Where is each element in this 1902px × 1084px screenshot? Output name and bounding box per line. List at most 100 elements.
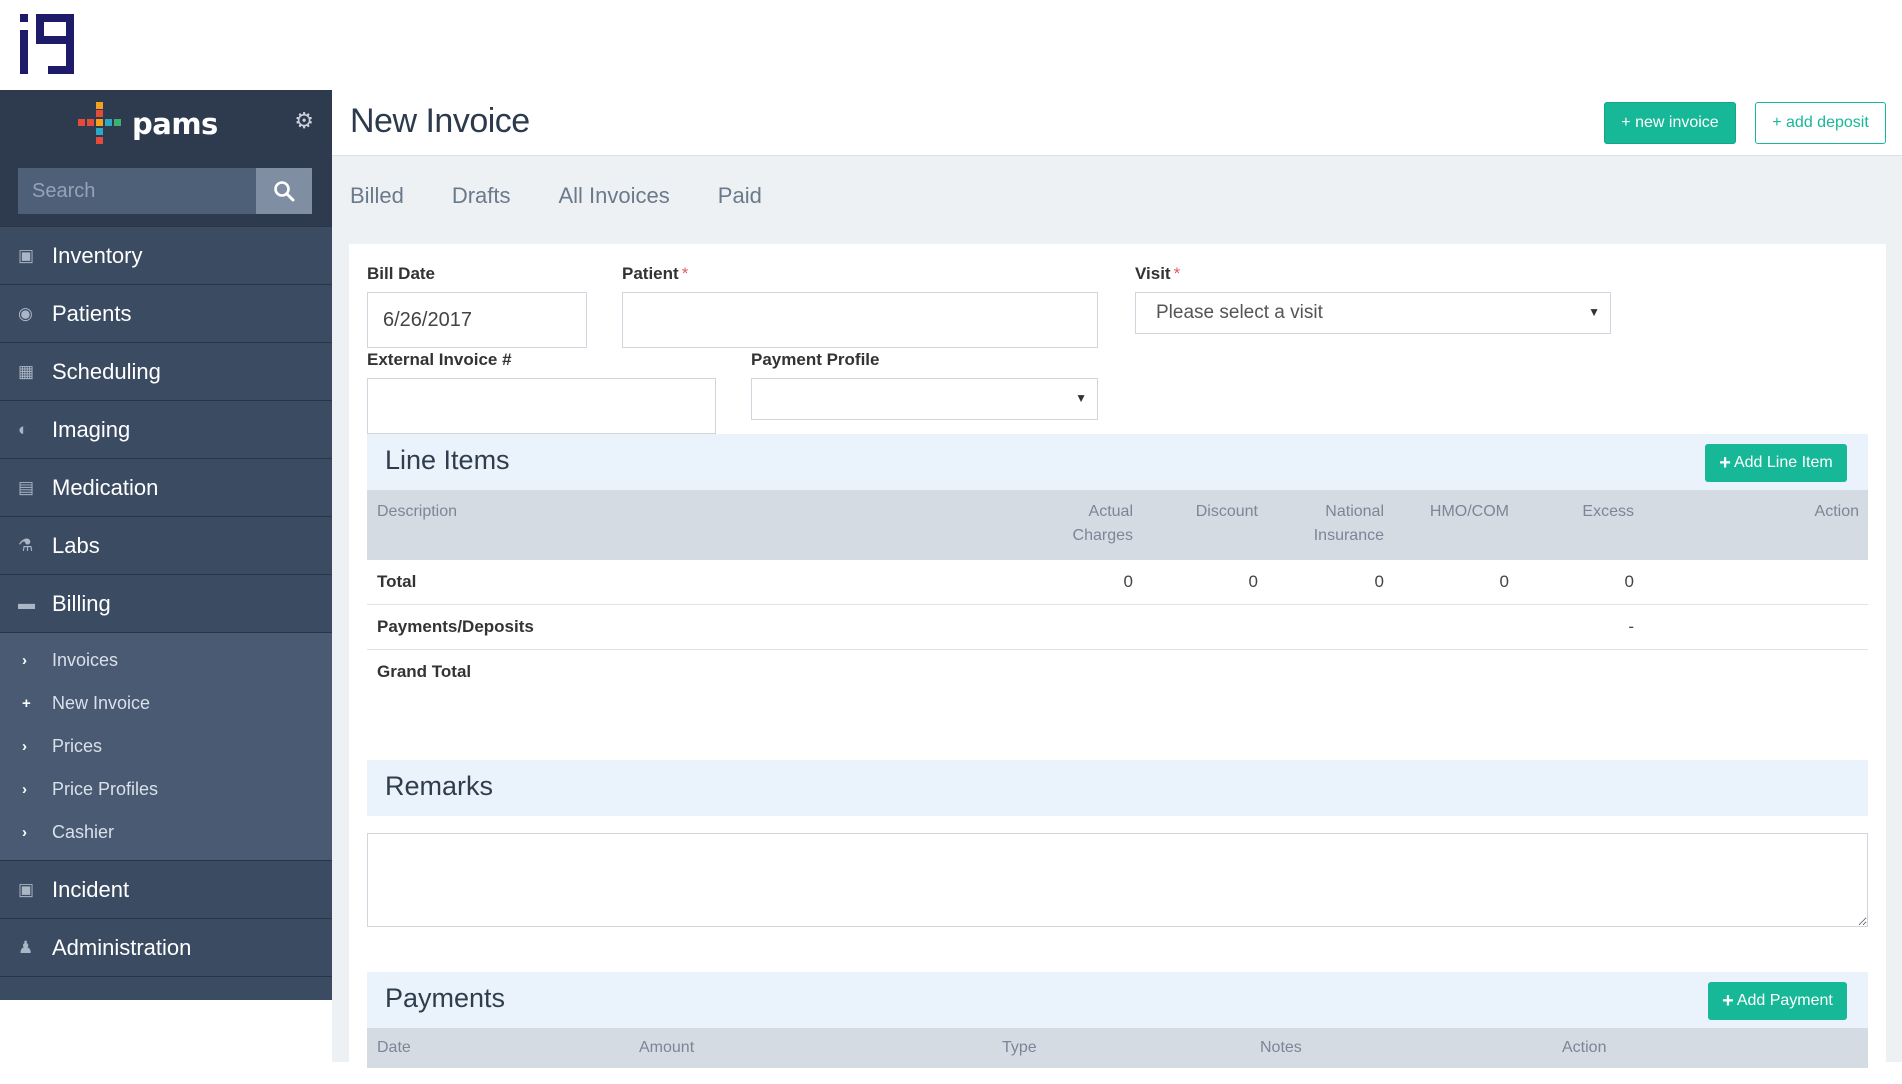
app-logo-icon [20,14,74,74]
external-invoice-label: External Invoice # [367,350,512,370]
search-bar [0,154,332,226]
invoice-form: Bill Date 6/26/2017 Patient * Visit * Plea… [349,244,1886,1084]
external-invoice-label-text: External Invoice # [367,350,512,369]
plus-icon: + [1722,989,1734,1012]
submenu-item-label: Cashier [52,822,115,842]
add-line-item-button[interactable]: + Add Line Item [1705,444,1847,482]
payment-profile-label: Payment Profile [751,350,880,370]
sidebar-item-label: Billing [52,590,111,616]
add-payment-button[interactable]: + Add Payment [1708,982,1847,1020]
credit-card-icon: ▬ [18,593,35,613]
add-deposit-button[interactable]: + add deposit [1755,102,1886,144]
bill-date-value: 6/26/2017 [383,308,472,331]
patient-label-text: Patient [622,264,679,283]
payments-title: Payments [385,983,506,1013]
person-icon: ♟ [18,937,34,957]
remarks-textarea[interactable] [367,833,1868,927]
bill-date-label: Bill Date [367,264,435,284]
grand-total-row: Grand Total [367,650,1868,695]
search-button[interactable] [256,168,312,214]
search-input[interactable] [18,168,256,214]
col-action: Action [1814,503,1859,520]
invoice-tabs: Billed Drafts All Invoices Paid [332,156,1902,236]
page-title: New Invoice [350,102,530,140]
external-invoice-field[interactable] [367,378,716,434]
visit-label-text: Visit [1135,264,1171,283]
col-notes: Notes [1260,1039,1302,1056]
submenu-item-cashier[interactable]: › Cashier [0,811,332,854]
payments-deposits-excess: - [1628,617,1634,636]
patient-label: Patient * [622,264,688,284]
total-row: Total 0 0 0 0 0 [367,560,1868,605]
tab-paid[interactable]: Paid [718,183,762,209]
line-items-title: Line Items [385,445,510,475]
submenu-item-label: Prices [52,736,103,756]
total-national-insurance: 0 [1374,572,1384,591]
visit-select-value: Please select a visit [1156,302,1323,323]
chevron-right-icon: › [22,824,27,841]
col-description: Description [377,503,458,520]
sidebar-item-administration[interactable]: ♟ Administration [0,918,332,976]
bill-date-field[interactable]: 6/26/2017 [367,292,587,348]
payments-table-header: Date Amount Type Notes Action [367,1028,1868,1068]
sidebar-item-label: Administration [52,934,192,960]
new-invoice-button[interactable]: + new invoice [1604,102,1736,144]
sidebar-item-label: Incident [52,876,130,902]
box-icon: ▣ [18,879,35,899]
submenu-item-label: New Invoice [52,693,151,713]
tab-all-invoices[interactable]: All Invoices [559,183,670,209]
required-marker: * [681,264,689,283]
add-line-item-label: Add Line Item [1733,454,1833,471]
submenu-item-label: Invoices [52,650,119,670]
chevron-right-icon: › [22,738,27,755]
visit-select[interactable]: Please select a visit ▼ [1135,292,1611,334]
brand[interactable]: pams [78,102,218,146]
sidebar-item-label: Labs [52,532,100,558]
submenu-item-price-profiles[interactable]: › Price Profiles [0,768,332,811]
col-actual-charges: Actual Charges [1072,503,1133,544]
submenu-item-prices[interactable]: › Prices [0,725,332,768]
caret-down-icon: ▼ [1588,305,1600,319]
globe-icon: ◉ [18,303,33,323]
microscope-icon: ⚗ [18,535,34,555]
remarks-title: Remarks [385,771,494,801]
patient-field[interactable] [622,292,1098,348]
line-items-header: Line Items + Add Line Item [367,434,1868,490]
payments-deposits-row: Payments/Deposits - [367,605,1868,650]
sidebar-item-label: Scheduling [52,358,161,384]
sidebar-item-inventory[interactable]: ▣ Inventory [0,226,332,284]
gear-icon[interactable]: ⚙ [294,108,314,134]
sidebar-item-billing[interactable]: ▬ Billing [0,574,332,632]
sidebar-item-label: Imaging [52,416,131,442]
chevron-right-icon: › [22,781,27,798]
payments-header: Payments + Add Payment [367,972,1868,1028]
col-national-insurance: National Insurance [1313,503,1384,544]
col-excess: Excess [1582,503,1634,520]
sidebar-item-imaging[interactable]: ◐ Imaging [0,400,332,458]
main-content: New Invoice + new invoice + add deposit … [332,90,1902,1084]
sidebar-item-incident[interactable]: ▣ Incident [0,860,332,918]
sidebar-footer [0,976,332,1000]
total-hmo-com: 0 [1499,572,1509,591]
payment-profile-select[interactable]: ▼ [751,378,1098,420]
sidebar-item-scheduling[interactable]: ▦ Scheduling [0,342,332,400]
tab-billed[interactable]: Billed [350,183,404,209]
page-header: New Invoice + new invoice + add deposit [332,90,1902,156]
sidebar-header: pams ⚙ [0,90,332,154]
tab-drafts[interactable]: Drafts [452,183,511,209]
plus-icon: + [1719,451,1731,474]
total-excess: 0 [1624,572,1634,591]
col-amount: Amount [639,1039,695,1056]
sidebar: pams ⚙ ▣ Inventory ◉ Patients ▦ Scheduli… [0,90,332,1000]
sidebar-item-labs[interactable]: ⚗ Labs [0,516,332,574]
submenu-item-new-invoice[interactable]: + New Invoice [0,682,332,725]
sidebar-item-patients[interactable]: ◉ Patients [0,284,332,342]
sidebar-item-medication[interactable]: ▤ Medication [0,458,332,516]
remarks-header: Remarks [367,760,1868,816]
calendar-icon: ▦ [18,361,35,381]
submenu-item-invoices[interactable]: › Invoices [0,639,332,682]
total-actual-charges: 0 [1123,572,1133,591]
top-logo-bar [0,0,1902,90]
total-discount: 0 [1248,572,1258,591]
col-type: Type [1002,1039,1037,1056]
